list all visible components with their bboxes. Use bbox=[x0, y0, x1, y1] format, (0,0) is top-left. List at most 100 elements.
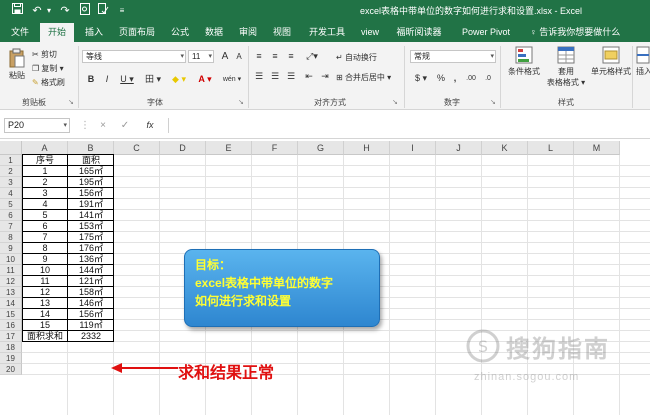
row-header-1[interactable]: 1 bbox=[0, 155, 22, 166]
column-header-e[interactable]: E bbox=[206, 141, 252, 155]
row-header-18[interactable]: 18 bbox=[0, 342, 22, 353]
undo-dropdown-icon[interactable]: ▾ bbox=[44, 3, 54, 19]
column-header-c[interactable]: C bbox=[114, 141, 160, 155]
row-header-11[interactable]: 11 bbox=[0, 265, 22, 276]
tab-home[interactable]: 开始 bbox=[40, 23, 74, 42]
column-header-h[interactable]: H bbox=[344, 141, 390, 155]
increase-indent-icon[interactable]: ⇥ bbox=[318, 70, 332, 83]
fill-color-button[interactable]: ◆ ▾ bbox=[168, 73, 190, 86]
row-header-5[interactable]: 5 bbox=[0, 199, 22, 210]
undo-icon[interactable]: ↶ bbox=[30, 3, 44, 19]
font-launcher-icon[interactable]: ↘ bbox=[238, 98, 244, 106]
decrease-indent-icon[interactable]: ⇤ bbox=[302, 70, 316, 83]
wrap-text-button[interactable]: ↵ 自动换行 bbox=[336, 52, 377, 63]
row-header-14[interactable]: 14 bbox=[0, 298, 22, 309]
column-header-i[interactable]: I bbox=[390, 141, 436, 155]
customize-qa-icon[interactable]: ≡ bbox=[116, 3, 128, 19]
currency-button[interactable]: $ ▾ bbox=[410, 72, 432, 85]
underline-button[interactable]: U ▾ bbox=[116, 73, 138, 86]
tab-formulas[interactable]: 公式 bbox=[166, 22, 194, 42]
font-color-button[interactable]: A ▾ bbox=[194, 73, 216, 86]
align-right-icon[interactable]: ☰ bbox=[284, 70, 298, 83]
row-header-4[interactable]: 4 bbox=[0, 188, 22, 199]
name-box[interactable]: P20 ▾ bbox=[4, 118, 70, 133]
row-header-8[interactable]: 8 bbox=[0, 232, 22, 243]
save-icon[interactable] bbox=[10, 3, 24, 19]
number-format-select[interactable]: 常规 ▾ bbox=[410, 50, 496, 63]
enter-icon[interactable]: ✓ bbox=[118, 118, 132, 133]
column-header-g[interactable]: G bbox=[298, 141, 344, 155]
tab-page-layout[interactable]: 页面布局 bbox=[114, 22, 160, 42]
column-header-l[interactable]: L bbox=[528, 141, 574, 155]
row-header-10[interactable]: 10 bbox=[0, 254, 22, 265]
alignment-launcher-icon[interactable]: ↘ bbox=[392, 98, 398, 106]
comma-button[interactable]: , bbox=[448, 72, 462, 85]
row-header-17[interactable]: 17 bbox=[0, 331, 22, 342]
align-center-icon[interactable]: ☰ bbox=[268, 70, 282, 83]
shrink-font-button[interactable]: A bbox=[232, 50, 246, 63]
column-header-d[interactable]: D bbox=[160, 141, 206, 155]
row-header-7[interactable]: 7 bbox=[0, 221, 22, 232]
row-header-20[interactable]: 20 bbox=[0, 364, 22, 375]
increase-decimal-button[interactable]: .00 bbox=[462, 72, 480, 85]
row-header-12[interactable]: 12 bbox=[0, 276, 22, 287]
format-as-table-button[interactable]: 套用 表格格式 ▾ bbox=[546, 46, 586, 88]
tab-foxit-reader[interactable]: 福昕阅读器 bbox=[390, 22, 448, 42]
print-preview-icon[interactable] bbox=[78, 3, 92, 19]
column-header-m[interactable]: M bbox=[574, 141, 620, 155]
paste-button[interactable]: 粘贴 bbox=[6, 48, 28, 88]
tab-review[interactable]: 审阅 bbox=[234, 22, 262, 42]
cancel-icon[interactable]: × bbox=[96, 118, 110, 133]
orientation-icon[interactable]: ⤢▾ bbox=[302, 50, 322, 63]
formula-input[interactable] bbox=[168, 118, 650, 133]
drag-handle-icon[interactable]: ⋮ bbox=[80, 118, 90, 133]
cell-styles-button[interactable]: 单元格样式 bbox=[588, 46, 634, 77]
row-header-9[interactable]: 9 bbox=[0, 243, 22, 254]
insert-function-icon[interactable]: fx bbox=[142, 118, 158, 133]
tab-view[interactable]: 视图 bbox=[268, 22, 296, 42]
copy-button[interactable]: ❐ 复制 ▾ bbox=[32, 63, 64, 74]
grow-font-button[interactable]: A bbox=[218, 50, 232, 63]
row-header-16[interactable]: 16 bbox=[0, 320, 22, 331]
cut-button[interactable]: ✂ 剪切 bbox=[32, 49, 57, 60]
tab-file[interactable]: 文件 bbox=[6, 22, 34, 42]
row-header-3[interactable]: 3 bbox=[0, 177, 22, 188]
select-all-button[interactable] bbox=[0, 141, 22, 155]
percent-button[interactable]: % bbox=[434, 72, 448, 85]
conditional-format-button[interactable]: 条件格式 bbox=[504, 46, 544, 77]
column-header-a[interactable]: A bbox=[22, 141, 68, 155]
decrease-decimal-button[interactable]: .0 bbox=[480, 72, 496, 85]
phonetic-button[interactable]: wén ▾ bbox=[220, 73, 244, 86]
italic-button[interactable]: I bbox=[100, 73, 114, 86]
font-name-select[interactable]: 等线 ▾ bbox=[82, 50, 186, 63]
redo-icon[interactable]: ↷ bbox=[58, 3, 72, 19]
tab-data[interactable]: 数据 bbox=[200, 22, 228, 42]
align-bottom-icon[interactable]: ≡ bbox=[284, 50, 298, 63]
tab-developer[interactable]: 开发工具 bbox=[304, 22, 350, 42]
column-header-b[interactable]: B bbox=[68, 141, 114, 155]
format-painter-button[interactable]: ✎ 格式刷 bbox=[32, 77, 65, 88]
row-header-13[interactable]: 13 bbox=[0, 287, 22, 298]
align-left-icon[interactable]: ☰ bbox=[252, 70, 266, 83]
align-middle-icon[interactable]: ≡ bbox=[268, 50, 282, 63]
tab-insert[interactable]: 插入 bbox=[80, 22, 108, 42]
row-header-6[interactable]: 6 bbox=[0, 210, 22, 221]
align-top-icon[interactable]: ≡ bbox=[252, 50, 266, 63]
number-launcher-icon[interactable]: ↘ bbox=[490, 98, 496, 106]
column-header-k[interactable]: K bbox=[482, 141, 528, 155]
insert-cells-button[interactable]: 插入 bbox=[636, 46, 650, 77]
worksheet-grid[interactable]: ABCDEFGHIJKLM 1 2 3 4 5 6 7 8 9 10 11 12 13 14 15 16 17 1… bbox=[0, 141, 650, 415]
tab-power-pivot[interactable]: Power Pivot bbox=[456, 22, 516, 42]
merge-center-button[interactable]: ⊞ 合并后居中 ▾ bbox=[336, 72, 391, 83]
spell-check-icon[interactable] bbox=[96, 3, 110, 19]
row-header-15[interactable]: 15 bbox=[0, 309, 22, 320]
row-header-2[interactable]: 2 bbox=[0, 166, 22, 177]
bold-button[interactable]: B bbox=[84, 73, 98, 86]
font-size-select[interactable]: 11 ▾ bbox=[188, 50, 214, 63]
column-header-j[interactable]: J bbox=[436, 141, 482, 155]
border-button[interactable]: 田 ▾ bbox=[142, 73, 164, 86]
tell-me-box[interactable]: ♀ 告诉我你想要做什么 bbox=[530, 22, 620, 42]
row-header-19[interactable]: 19 bbox=[0, 353, 22, 364]
clipboard-launcher-icon[interactable]: ↘ bbox=[68, 98, 74, 106]
column-header-f[interactable]: F bbox=[252, 141, 298, 155]
